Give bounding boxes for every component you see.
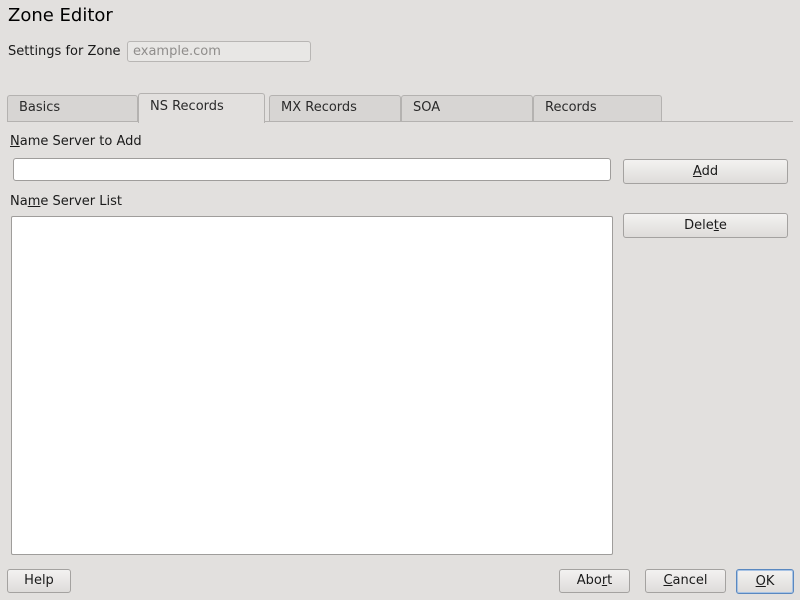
tab-panel-border	[7, 121, 793, 122]
window-title: Zone Editor	[8, 5, 113, 26]
delete-button[interactable]: Delete	[623, 213, 788, 238]
tab-records[interactable]: Records	[533, 95, 662, 121]
tab-ns-records[interactable]: NS Records	[138, 93, 265, 123]
abort-button[interactable]: Abort	[559, 569, 630, 593]
help-button[interactable]: Help	[7, 569, 71, 593]
cancel-button[interactable]: Cancel	[645, 569, 726, 593]
tab-mx-records[interactable]: MX Records	[269, 95, 401, 121]
name-server-to-add-label: Name Server to Add	[10, 134, 142, 149]
zone-settings-label: Settings for Zone	[8, 44, 121, 59]
name-server-list[interactable]	[11, 216, 613, 555]
name-server-input[interactable]	[13, 158, 611, 181]
name-server-list-label: Name Server List	[10, 194, 122, 209]
zone-name-field: example.com	[127, 41, 311, 62]
tab-bar: Basics SOA Records MX Records NS Records	[7, 93, 662, 123]
tab-basics[interactable]: Basics	[7, 95, 138, 121]
tab-soa[interactable]: SOA	[401, 95, 533, 121]
ok-button[interactable]: OK	[736, 569, 794, 594]
add-button[interactable]: Add	[623, 159, 788, 184]
